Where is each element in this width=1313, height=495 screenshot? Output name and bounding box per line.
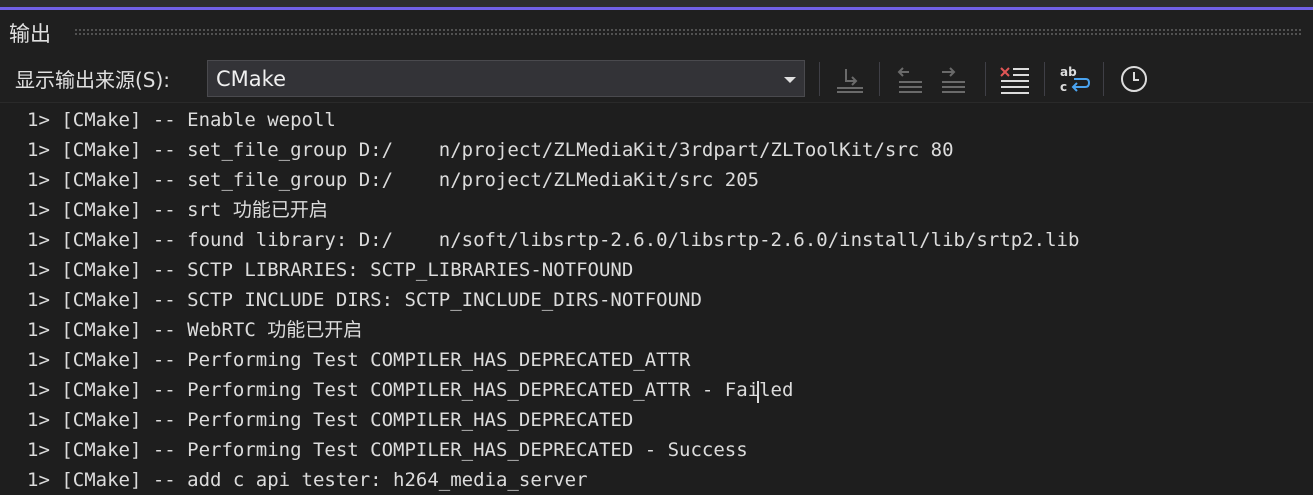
window-top-border [0,0,1313,7]
previous-message-button[interactable] [891,61,927,97]
output-source-dropdown[interactable]: CMake [207,60,805,97]
drag-grip[interactable] [74,28,1301,37]
output-line: 1> [CMake] -- set_file_group D:/ n/proje… [27,169,760,191]
output-toolbar: 显示输出来源(S): CMake ab c [0,56,1313,102]
show-timestamp-button[interactable] [1116,61,1152,97]
output-line: 1> [CMake] -- Enable wepoll [27,109,336,131]
output-line: 1> [CMake] -- SCTP LIBRARIES: SCTP_LIBRA… [27,259,634,281]
next-message-button[interactable] [934,61,970,97]
clear-all-icon [1000,67,1029,94]
source-label: 显示输出来源(S): [15,68,171,92]
source-selected-value: CMake [216,67,286,91]
output-panel-titlebar[interactable]: 输出 [0,10,1313,56]
toolbar-separator [1044,62,1045,96]
go-to-location-icon [837,69,863,93]
svg-text:ab: ab [1060,65,1077,79]
toggle-word-wrap-button[interactable]: ab c [1056,61,1092,97]
toolbar-separator [985,62,986,96]
output-line: 1> [CMake] -- SCTP INCLUDE DIRS: SCTP_IN… [27,289,702,311]
toolbar-separator [879,62,880,96]
toolbar-separator [819,62,820,96]
clear-all-button[interactable] [997,61,1033,97]
chevron-down-icon [784,77,796,83]
output-line: 1> [CMake] -- Performing Test COMPILER_H… [27,379,794,401]
toolbar-separator [1103,62,1104,96]
show-timestamp-icon [1121,66,1147,92]
svg-text:c: c [1060,80,1067,94]
output-line: 1> [CMake] -- Performing Test COMPILER_H… [27,439,748,461]
text-caret [757,381,759,403]
toggle-word-wrap-icon: ab c [1060,65,1091,94]
output-line: 1> [CMake] -- found library: D:/ n/soft/… [27,229,1080,251]
output-line: 1> [CMake] -- set_file_group D:/ n/proje… [27,139,954,161]
output-line: 1> [CMake] -- Performing Test COMPILER_H… [27,409,634,431]
output-line: 1> [CMake] -- srt 功能已开启 [27,199,328,221]
output-line: 1> [CMake] -- Performing Test COMPILER_H… [27,349,691,371]
panel-title: 输出 [9,22,51,46]
output-text-area[interactable]: 1> [CMake] -- Enable wepoll 1> [CMake] -… [0,102,1313,495]
output-line: 1> [CMake] -- add c api tester: h264_med… [27,469,588,491]
previous-message-icon [897,67,922,93]
output-line: 1> [CMake] -- WebRTC 功能已开启 [27,319,363,341]
next-message-icon [942,67,965,93]
go-to-location-button[interactable] [832,61,868,97]
